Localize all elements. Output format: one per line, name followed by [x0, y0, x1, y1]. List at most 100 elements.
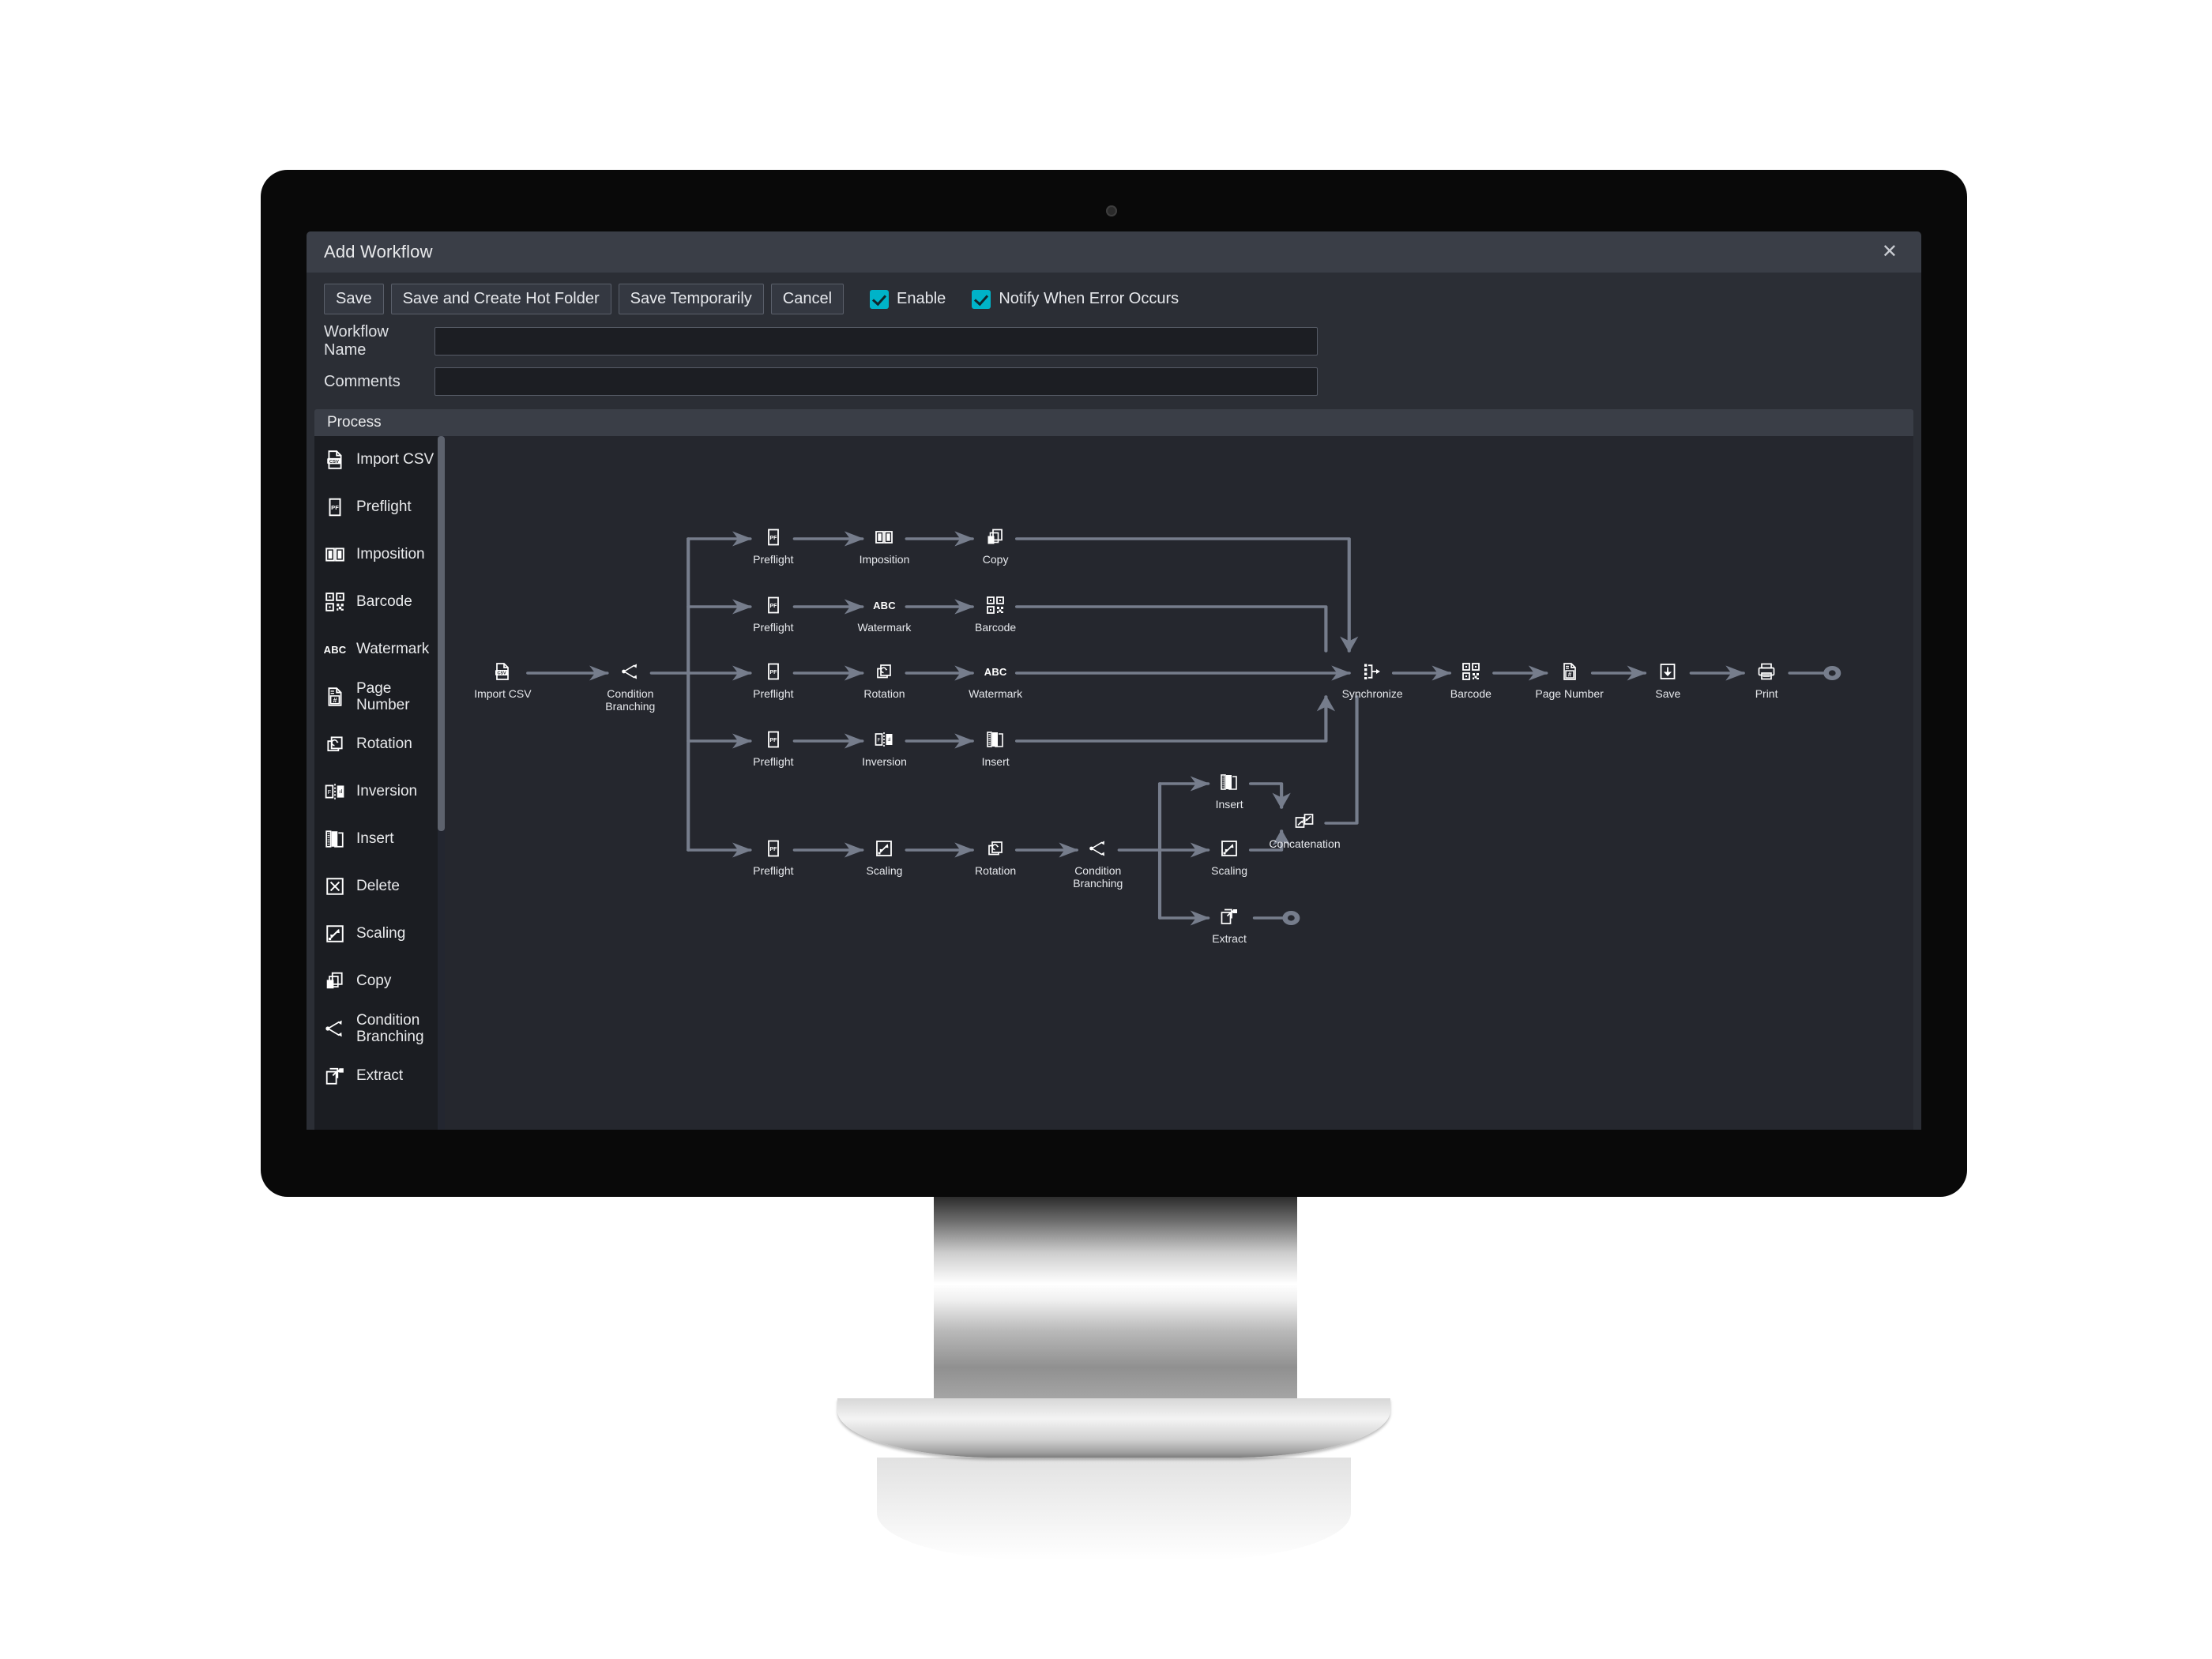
flow-node-watermark[interactable]: ABC Watermark [952, 658, 1039, 701]
palette-item-preflight[interactable]: PF Preflight [314, 483, 445, 531]
flow-node-scaling[interactable]: Scaling [1186, 835, 1273, 877]
palette-item-label: Import CSV [356, 451, 434, 468]
watermark-icon: ABC [323, 643, 347, 656]
save-and-create-hot-folder-button[interactable]: Save and Create Hot Folder [390, 284, 611, 314]
barcode-icon [324, 591, 346, 613]
flow-node-page-number[interactable]: # Page Number [1526, 658, 1613, 700]
svg-text:PF: PF [769, 670, 777, 675]
process-section-header: Process [314, 409, 1913, 436]
palette-item-page-number[interactable]: # Page Number [314, 673, 445, 720]
preflight-icon: PF [730, 592, 817, 619]
flow-node-save[interactable]: Save [1624, 658, 1711, 700]
notify-when-error-occurs-checkbox[interactable]: Notify When Error Occurs [972, 289, 1179, 309]
palette-item-rotation[interactable]: Rotation [314, 720, 445, 768]
flow-node-label: Save [1655, 687, 1681, 700]
flow-node-copy[interactable]: Copy [952, 524, 1039, 566]
palette-item-barcode[interactable]: Barcode [314, 578, 445, 626]
flow-node-synchronize[interactable]: Synchronize [1329, 658, 1416, 700]
flow-node-label: Extract [1212, 931, 1247, 945]
scaling-icon [1186, 835, 1273, 862]
flow-node-label: Rotation [975, 864, 1017, 877]
svg-text:CSV: CSV [498, 672, 506, 676]
extract-icon [1186, 903, 1273, 930]
flow-node-scaling[interactable]: Scaling [841, 835, 927, 877]
page-number-icon: # [324, 686, 346, 708]
barcode-icon [1428, 658, 1514, 685]
palette-item-label: Rotation [356, 735, 412, 753]
flow-node-preflight[interactable]: PF Preflight [730, 658, 817, 700]
rotation-icon [324, 733, 346, 755]
preflight-icon: PF [730, 524, 817, 551]
flow-node-insert[interactable]: Insert [952, 726, 1039, 768]
process-section-label: Process [327, 414, 382, 431]
flow-node-label: Rotation [863, 687, 905, 700]
add-workflow-dialog: Add Workflow ✕ Save Save and Create Hot … [307, 231, 1921, 1130]
page-title: Add Workflow [324, 242, 433, 261]
workflow-name-label: Workflow Name [324, 323, 389, 359]
flow-node-condition-branching[interactable]: Condition Branching [587, 658, 674, 713]
flow-node-label: Condition Branching [1073, 864, 1123, 890]
flow-node-inversion[interactable]: F F Inversion [841, 726, 927, 768]
rotation-icon [952, 835, 1039, 862]
condition-branching-icon [587, 658, 674, 685]
palette-item-import-csv[interactable]: CSV Import CSV [314, 436, 445, 483]
flow-node-rotation[interactable]: Rotation [841, 658, 927, 700]
flow-node-preflight[interactable]: PF Preflight [730, 726, 817, 768]
flow-node-preflight[interactable]: PF Preflight [730, 524, 817, 566]
checkmark-icon [870, 289, 890, 309]
palette-item-condition-branching[interactable]: Condition Branching [314, 1005, 445, 1052]
palette-item-copy[interactable]: Copy [314, 957, 445, 1005]
palette-item-scaling[interactable]: Scaling [314, 910, 445, 957]
flow-node-rotation[interactable]: Rotation [952, 835, 1039, 877]
flow-node-watermark[interactable]: ABC Watermark [841, 592, 927, 634]
flow-node-condition-branching[interactable]: Condition Branching [1055, 835, 1142, 890]
preflight-icon: PF [730, 835, 817, 862]
flow-node-label: Preflight [753, 621, 794, 634]
save-button[interactable]: Save [324, 284, 384, 314]
flow-node-imposition[interactable]: Imposition [841, 524, 927, 566]
flow-node-barcode[interactable]: Barcode [1428, 658, 1514, 700]
palette-item-delete[interactable]: Delete [314, 863, 445, 910]
preflight-icon: PF [730, 726, 817, 753]
palette-scrollbar-thumb[interactable] [438, 436, 445, 831]
flow-node-barcode[interactable]: Barcode [952, 592, 1039, 634]
workflow-canvas[interactable]: CSV Import CSV Condition Branching PF Prefli… [445, 436, 1913, 1130]
insert-icon [324, 828, 346, 850]
flow-node-insert[interactable]: Insert [1186, 769, 1273, 811]
flow-node-label: Watermark [857, 621, 912, 634]
save-temporarily-button[interactable]: Save Temporarily [618, 284, 764, 314]
flow-node-label: Page Number [1535, 687, 1604, 700]
close-icon[interactable]: ✕ [1875, 239, 1904, 265]
palette-item-extract[interactable]: Extract [314, 1052, 445, 1100]
enable-checkbox[interactable]: Enable [870, 289, 946, 309]
flow-node-label: Preflight [753, 687, 794, 700]
flow-node-label: Barcode [975, 621, 1017, 634]
extract-icon [324, 1065, 346, 1087]
palette-item-inversion[interactable]: F F Inversion [314, 768, 445, 815]
flow-node-label: Preflight [753, 553, 794, 566]
workflow-name-input[interactable] [434, 327, 1318, 356]
palette-item-watermark[interactable]: ABC Watermark [314, 626, 445, 673]
insert-icon [1186, 769, 1273, 796]
cancel-button[interactable]: Cancel [770, 284, 845, 314]
process-palette: CSV Import CSV PF Preflight Imposition Barcod… [314, 436, 445, 1130]
dialog-toolbar: Save Save and Create Hot Folder Save Tem… [307, 273, 1921, 319]
flow-node-extract[interactable]: Extract [1186, 903, 1273, 945]
palette-item-label: Page Number [356, 679, 410, 713]
flow-node-print[interactable]: Print [1723, 658, 1810, 700]
page-number-icon: # [1526, 658, 1613, 685]
flow-node-preflight[interactable]: PF Preflight [730, 592, 817, 634]
comments-row: Comments [307, 363, 1921, 400]
flow-node-import-csv[interactable]: CSV Import CSV [459, 658, 546, 700]
extract-endpoint [1282, 911, 1300, 925]
preflight-icon: PF [730, 658, 817, 685]
palette-item-imposition[interactable]: Imposition [314, 531, 445, 578]
flow-node-preflight[interactable]: PF Preflight [730, 835, 817, 877]
synchronize-icon [1329, 658, 1416, 685]
palette-item-insert[interactable]: Insert [314, 815, 445, 863]
copy-icon [952, 524, 1039, 551]
palette-item-label: Delete [356, 878, 400, 895]
palette-list: CSV Import CSV PF Preflight Imposition Barcod… [314, 436, 445, 1100]
comments-input[interactable] [434, 367, 1318, 396]
flow-node-concatenation[interactable]: Concatenation [1261, 808, 1348, 850]
